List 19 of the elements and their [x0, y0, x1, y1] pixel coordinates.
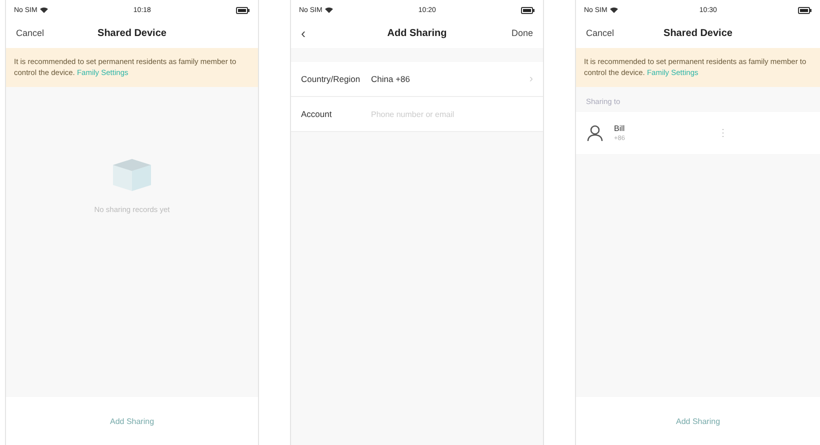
screen-title: Shared Device [664, 28, 732, 38]
battery-icon [521, 6, 535, 14]
wifi-icon [610, 7, 618, 13]
member-name: Bill [614, 124, 626, 132]
wifi-icon [40, 7, 48, 13]
chevron-icon: › [529, 73, 533, 85]
country-value[interactable]: China +86 [371, 74, 530, 84]
battery-icon [236, 6, 250, 14]
field-label: Account [301, 109, 333, 119]
screen-title: Add Sharing [387, 28, 447, 38]
wifi-icon [325, 7, 334, 13]
screen-title: Shared Device [98, 28, 166, 38]
done-button[interactable]: Done [502, 28, 533, 38]
person-icon [586, 124, 604, 142]
cancel-button[interactable]: Cancel [16, 28, 46, 38]
battery-icon [798, 6, 812, 14]
field-label: Country/Region [301, 74, 362, 84]
cancel-button[interactable]: Cancel [586, 28, 616, 38]
back-button[interactable]: ‹ [301, 25, 331, 41]
